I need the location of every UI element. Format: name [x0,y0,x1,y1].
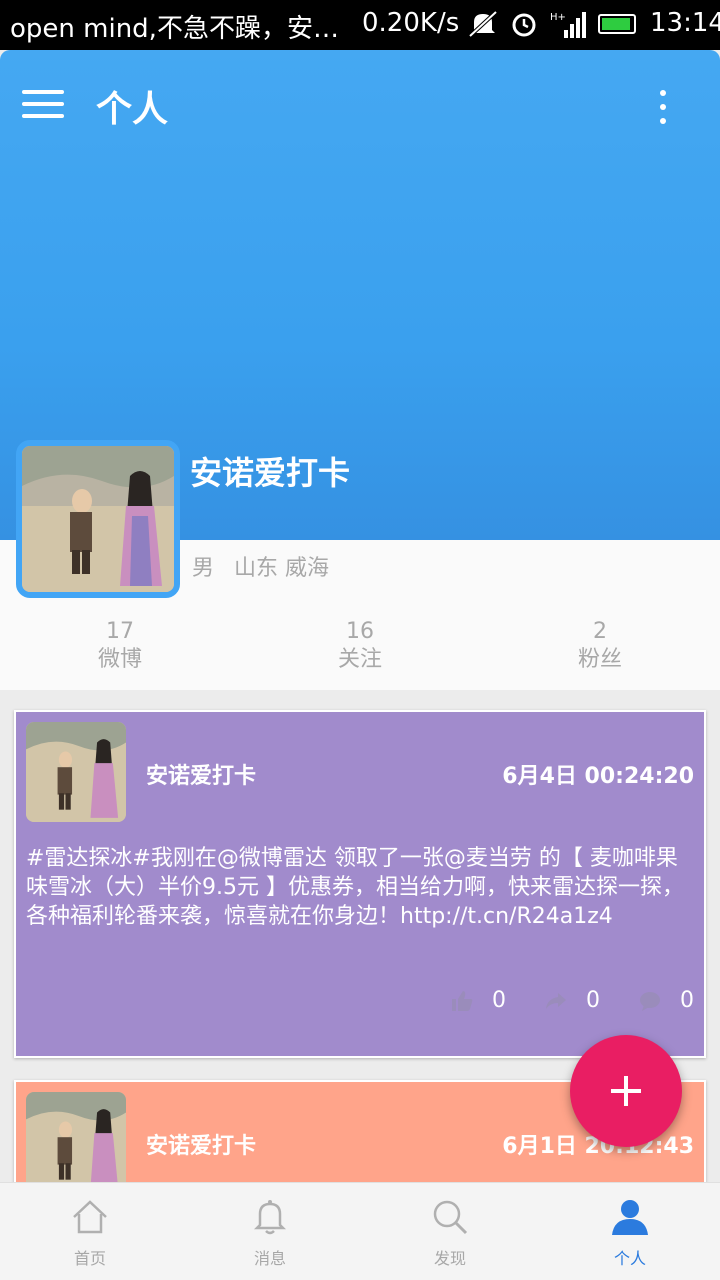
stat-label: 关注 [337,647,382,672]
stat-followers[interactable]: 2 粉丝 [480,618,720,674]
bottom-navigation: 首页 消息 发现 个人 [0,1182,720,1280]
svg-text:H+: H+ [550,12,566,23]
post-text: #雷达探冰#我刚在@微博雷达 领取了一张@麦当劳 的【 麦咖啡果味雪冰（大）半价… [26,846,684,929]
battery-icon [598,14,636,34]
hamburger-menu-icon[interactable] [22,90,64,120]
stat-label: 微博 [97,647,142,672]
status-time: 13:14 [650,8,720,38]
stat-count: 2 [593,619,607,644]
mute-icon [468,10,498,38]
stat-following[interactable]: 16 关注 [240,618,480,674]
status-icons: H+ [468,10,636,38]
post-avatar[interactable] [26,722,126,822]
profile-avatar[interactable] [16,440,180,598]
comment-count: 0 [680,988,694,1013]
avatar-image [26,722,126,822]
post-avatar[interactable] [26,1092,126,1192]
repost-count: 0 [586,988,600,1013]
status-bar: open mind,不急不躁，安… 0.20K/s H+ 13:14 [0,0,720,50]
post-card[interactable]: 安诺爱打卡 6月4日 00:24:20 #雷达探冰#我刚在@微博雷达 领取了一张… [14,710,706,1058]
nav-profile[interactable]: 个人 [540,1183,720,1280]
share-icon [546,992,566,1009]
profile-meta: 男 山东 威海 [192,550,329,582]
like-button[interactable]: 0 [450,988,506,1013]
stat-weibo[interactable]: 17 微博 [0,618,240,674]
nav-messages[interactable]: 消息 [180,1183,360,1280]
alarm-icon [512,13,536,37]
more-vertical-icon[interactable] [656,90,670,124]
post-username[interactable]: 安诺爱打卡 [146,1128,256,1160]
profile-location: 山东 威海 [234,556,330,581]
nav-home[interactable]: 首页 [0,1183,180,1280]
profile-stats: 17 微博 16 关注 2 粉丝 [0,618,720,674]
plus-icon [611,1076,641,1106]
compose-fab-button[interactable] [570,1035,682,1147]
nav-label: 发现 [433,1249,466,1268]
comment-button[interactable]: 0 [638,988,694,1013]
stat-label: 粉丝 [577,647,622,672]
post-time: 6月4日 00:24:20 [502,764,694,789]
post-actions: 0 0 0 [450,988,694,1013]
nav-label: 消息 [253,1249,286,1268]
stat-count: 16 [346,619,374,644]
signal-icon: H+ [550,12,586,38]
bell-icon [253,1200,287,1235]
home-icon [73,1200,107,1234]
person-icon [612,1200,648,1235]
comment-icon [640,991,660,1011]
nav-label: 个人 [613,1249,646,1268]
search-icon [433,1200,468,1235]
stat-count: 17 [106,619,134,644]
status-network-speed: 0.20K/s [362,8,460,38]
thumbs-up-icon [452,990,473,1011]
page-title: 个人 [96,89,169,130]
status-notification: open mind,不急不躁，安… [10,14,339,44]
profile-name: 安诺爱打卡 [190,454,351,492]
repost-button[interactable]: 0 [544,988,600,1013]
nav-label: 首页 [73,1249,106,1268]
post-username[interactable]: 安诺爱打卡 [146,758,256,790]
avatar-image [26,1092,126,1192]
nav-discover[interactable]: 发现 [360,1183,540,1280]
like-count: 0 [492,988,506,1013]
avatar-image [22,446,174,592]
profile-gender: 男 [192,556,215,581]
